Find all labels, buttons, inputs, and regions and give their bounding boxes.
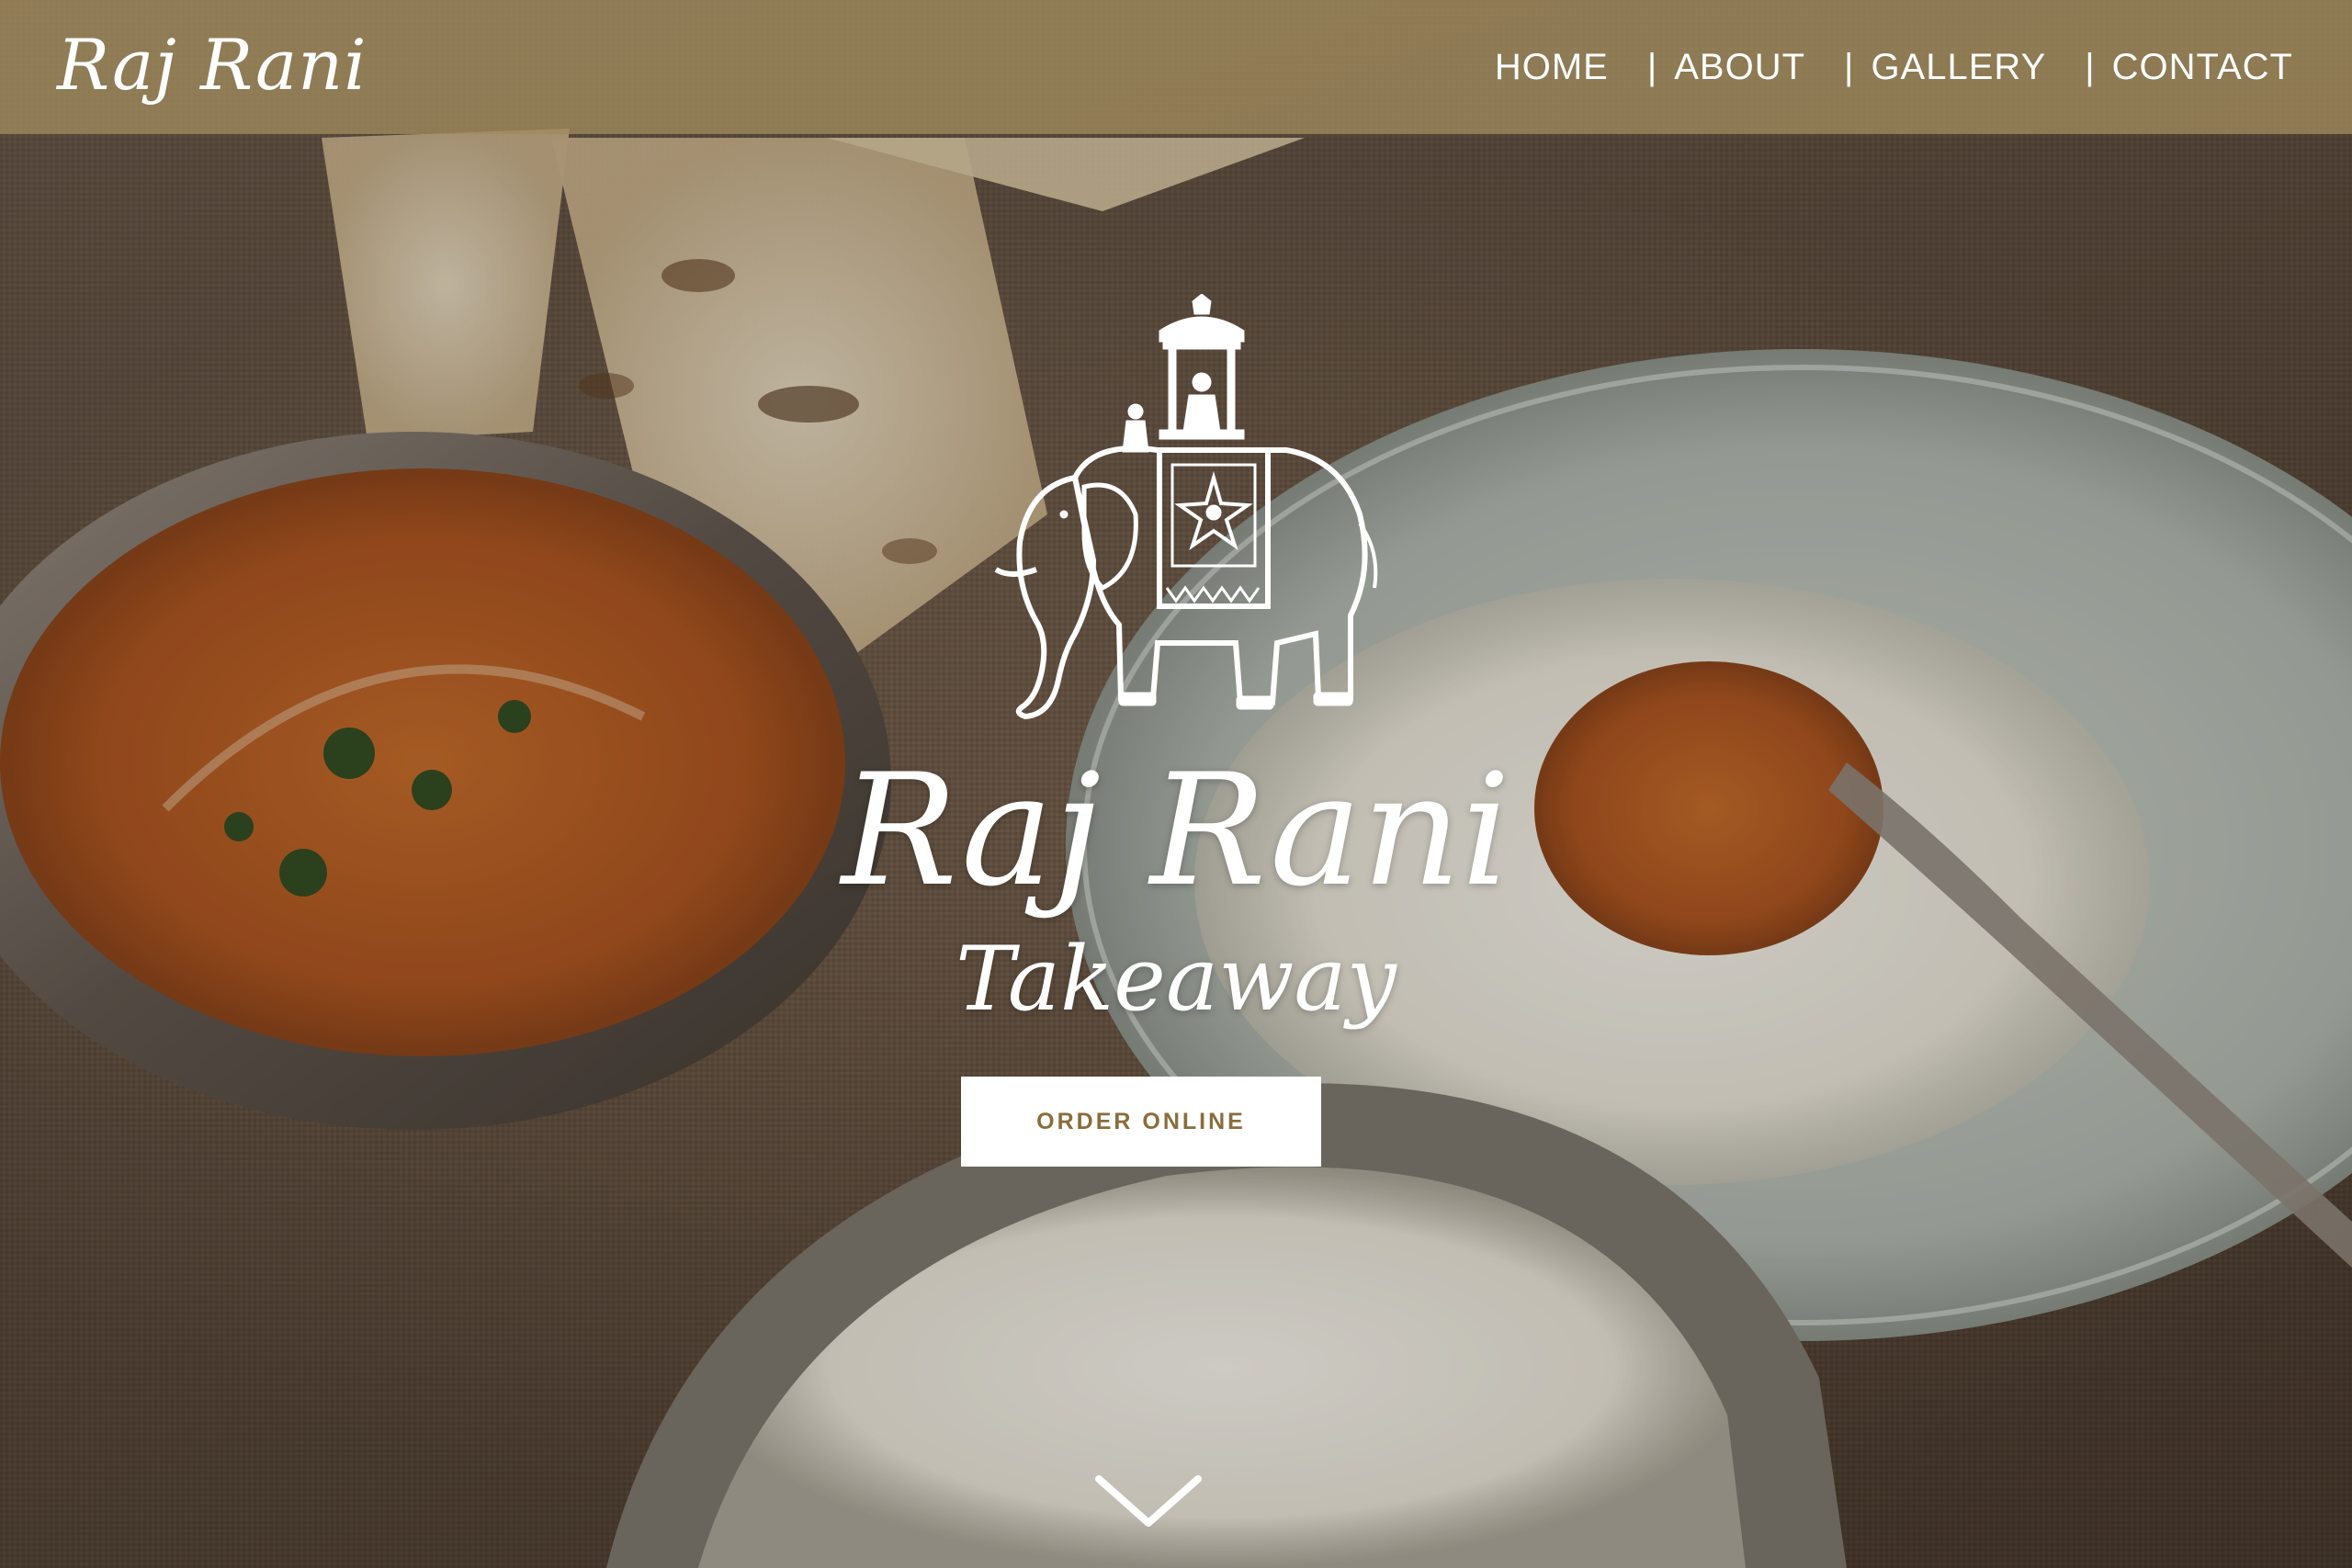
elephant-with-howdah-icon	[994, 294, 1378, 720]
chevron-down-icon[interactable]	[1093, 1470, 1204, 1534]
nav-separator: |	[1844, 46, 1855, 87]
order-online-button[interactable]: ORDER ONLINE	[961, 1077, 1321, 1167]
hero-title: Raj Rani	[841, 740, 1511, 920]
nav-separator: |	[2085, 46, 2096, 87]
nav-separator: |	[1646, 46, 1658, 87]
page: Raj Rani HOME | ABOUT | GALLERY | CONTAC…	[0, 0, 2352, 1568]
nav-link-gallery[interactable]: GALLERY	[1871, 47, 2046, 88]
main-nav: HOME | ABOUT | GALLERY | CONTACT	[1495, 47, 2293, 88]
hero-subtitle: Takeaway	[956, 928, 1396, 1031]
nav-link-home[interactable]: HOME	[1495, 47, 1609, 88]
hero-logo	[0, 294, 2352, 753]
nav-link-about[interactable]: ABOUT	[1674, 47, 1805, 88]
top-navbar: Raj Rani HOME | ABOUT | GALLERY | CONTAC…	[0, 0, 2352, 134]
nav-link-contact[interactable]: CONTACT	[2112, 47, 2293, 88]
brand-logo-text[interactable]: Raj Rani	[57, 24, 368, 106]
